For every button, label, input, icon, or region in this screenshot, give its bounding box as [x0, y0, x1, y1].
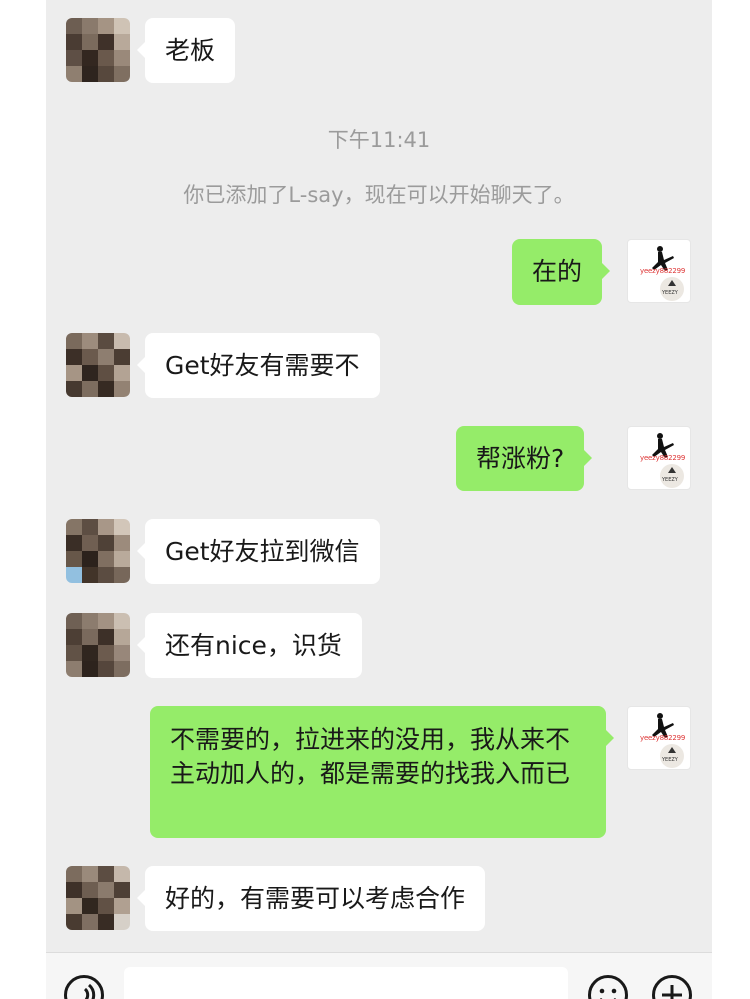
message-input[interactable]	[124, 967, 568, 999]
my-avatar[interactable]: yeezy882299 YEEZY	[627, 706, 691, 770]
contact-avatar[interactable]	[66, 519, 130, 583]
avatar-brand: YEEZY	[662, 290, 678, 296]
incoming-message-bubble[interactable]: 好的，有需要可以考虑合作	[136, 866, 486, 931]
contact-avatar[interactable]	[66, 333, 130, 397]
more-button[interactable]	[652, 975, 692, 999]
my-avatar[interactable]: yeezy882299 YEEZY	[627, 426, 691, 490]
my-avatar[interactable]: yeezy882299 YEEZY	[627, 239, 691, 303]
avatar-watermark: yeezy882299	[640, 734, 686, 742]
outgoing-message-bubble[interactable]: 在的	[512, 239, 611, 305]
contact-avatar[interactable]	[66, 866, 130, 930]
chat-area: 老板 下午11:41 你已添加了L-say，现在可以开始聊天了。 在的 yeez…	[46, 0, 712, 999]
time-divider: 下午11:41	[327, 128, 431, 152]
incoming-message-bubble[interactable]: Get好友有需要不	[137, 333, 380, 398]
contact-avatar[interactable]	[66, 18, 130, 82]
emoji-button[interactable]	[588, 975, 628, 999]
chat-input-bar	[46, 952, 712, 999]
avatar-brand: YEEZY	[662, 757, 678, 763]
voice-icon	[83, 983, 96, 999]
incoming-message-bubble[interactable]: Get好友拉到微信	[137, 519, 380, 584]
avatar-watermark: yeezy882299	[640, 267, 686, 275]
system-notice: 你已添加了L-say，现在可以开始聊天了。	[183, 183, 575, 207]
incoming-message-bubble[interactable]: 还有nice，识货	[137, 613, 362, 678]
avatar-brand: YEEZY	[662, 477, 678, 483]
avatar-watermark: yeezy882299	[640, 454, 686, 462]
contact-avatar[interactable]	[66, 613, 130, 677]
outgoing-message-bubble[interactable]: 帮涨粉?	[456, 426, 593, 491]
incoming-message-bubble[interactable]: 老板	[136, 18, 236, 83]
plus-icon	[662, 985, 682, 999]
outgoing-message-bubble[interactable]: 不需要的，拉进来的没用，我从来不主动加人的，都是需要的找我入而已	[150, 706, 614, 838]
voice-button[interactable]	[64, 975, 104, 999]
emoji-icon	[599, 988, 617, 999]
